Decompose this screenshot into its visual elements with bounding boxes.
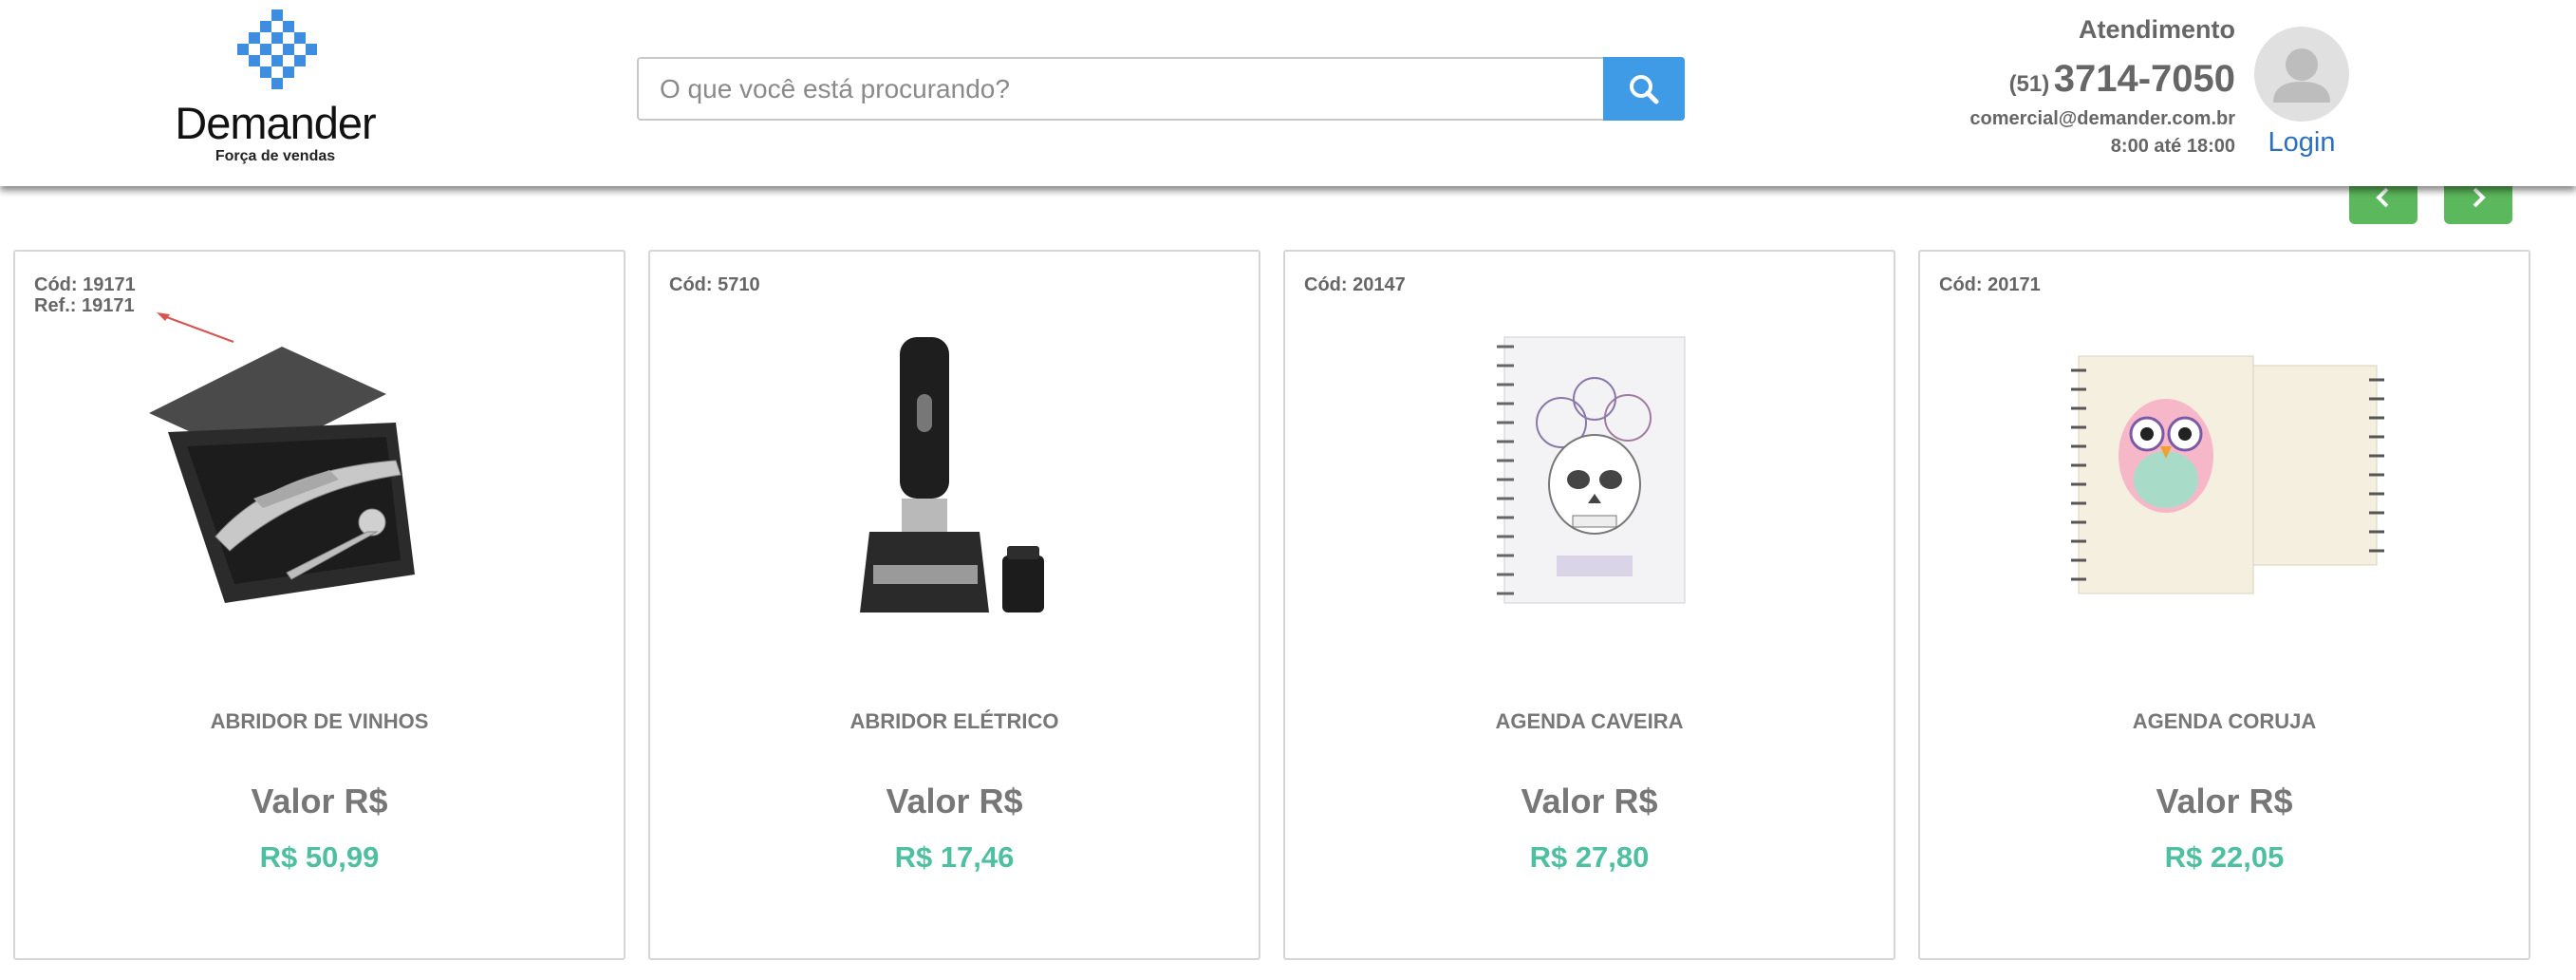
search-bar	[637, 57, 1685, 121]
product-name[interactable]: AGENDA CAVEIRA	[1285, 709, 1894, 734]
electric-opener-image	[859, 337, 1044, 612]
contact-title: Atendimento	[2079, 15, 2235, 44]
search-icon	[1630, 74, 1659, 104]
product-valor-label: Valor R$	[1521, 782, 1658, 820]
product-name[interactable]: ABRIDOR DE VINHOS	[15, 709, 624, 734]
product-code-block: Cód: 5710	[669, 274, 760, 295]
product-code: Cód: 19171	[34, 274, 136, 295]
owl-planner-image	[2070, 355, 2384, 594]
product-code: Cód: 5710	[669, 274, 760, 295]
product-valor-label: Valor R$	[251, 782, 388, 820]
site-header: Demander Força de vendas Atendimento (51…	[0, 0, 2576, 186]
product-image[interactable]	[1285, 328, 1894, 612]
product-name[interactable]: AGENDA CORUJA	[1920, 709, 2529, 734]
chevron-right-icon	[2473, 187, 2486, 208]
product-price: R$ 22,05	[2164, 840, 2285, 874]
product-price: R$ 50,99	[259, 840, 380, 874]
contact-email: comercial@demander.com.br	[1969, 108, 2235, 129]
login-link[interactable]: Login	[2253, 127, 2350, 159]
product-card[interactable]: Cód: 19171 Ref.: 19171 ABRIDOR DE VINHOS…	[13, 250, 625, 960]
phone-number: 3714-7050	[2053, 58, 2235, 100]
product-name[interactable]: ABRIDOR ELÉTRICO	[650, 709, 1259, 734]
product-card[interactable]: Cód: 20147 AGENDA CAVEIRA Valor R$ R$ 27…	[1283, 250, 1895, 960]
product-price: R$ 27,80	[1529, 840, 1650, 874]
demander-logo[interactable]: Demander Força de vendas	[161, 9, 399, 171]
search-button[interactable]	[1603, 57, 1685, 121]
product-price: R$ 17,46	[894, 840, 1015, 874]
search-input[interactable]	[639, 59, 1603, 119]
product-code: Cód: 20147	[1304, 274, 1406, 295]
logo-name: Demander	[175, 98, 376, 148]
contact-info: Atendimento (51) 3714-7050 comercial@dem…	[1969, 15, 2235, 158]
logo-tagline: Força de vendas	[215, 148, 336, 164]
avatar[interactable]	[2254, 27, 2349, 122]
product-image[interactable]	[650, 328, 1259, 612]
logo-checker-icon	[237, 9, 317, 89]
product-code: Cód: 20171	[1939, 274, 2041, 295]
product-ref: Ref.: 19171	[34, 295, 135, 316]
contact-phone: (51) 3714-7050	[1969, 58, 2235, 101]
phone-area-code: (51)	[2008, 71, 2050, 97]
product-image[interactable]	[1920, 328, 2529, 612]
product-code-block: Cód: 19171 Ref.: 19171	[34, 274, 136, 316]
chevron-left-icon	[2376, 187, 2389, 208]
product-code-block: Cód: 20171	[1939, 274, 2041, 295]
product-card[interactable]: Cód: 20171 AGENDA CORUJA Valor R$ R$ 22,…	[1918, 250, 2530, 960]
product-code-block: Cód: 20147	[1304, 274, 1406, 295]
user-icon	[2273, 48, 2330, 103]
product-image[interactable]	[15, 328, 624, 612]
contact-hours: 8:00 até 18:00	[2110, 136, 2235, 157]
product-valor-label: Valor R$	[886, 782, 1023, 820]
skull-planner-image	[1496, 336, 1685, 604]
login-area[interactable]: Login	[2253, 27, 2350, 159]
product-valor-label: Valor R$	[2156, 782, 2293, 820]
product-card[interactable]: Cód: 5710 ABRIDOR ELÉTRICO Valor R$ R$ 1…	[648, 250, 1260, 960]
wine-opener-set-image	[148, 347, 415, 603]
